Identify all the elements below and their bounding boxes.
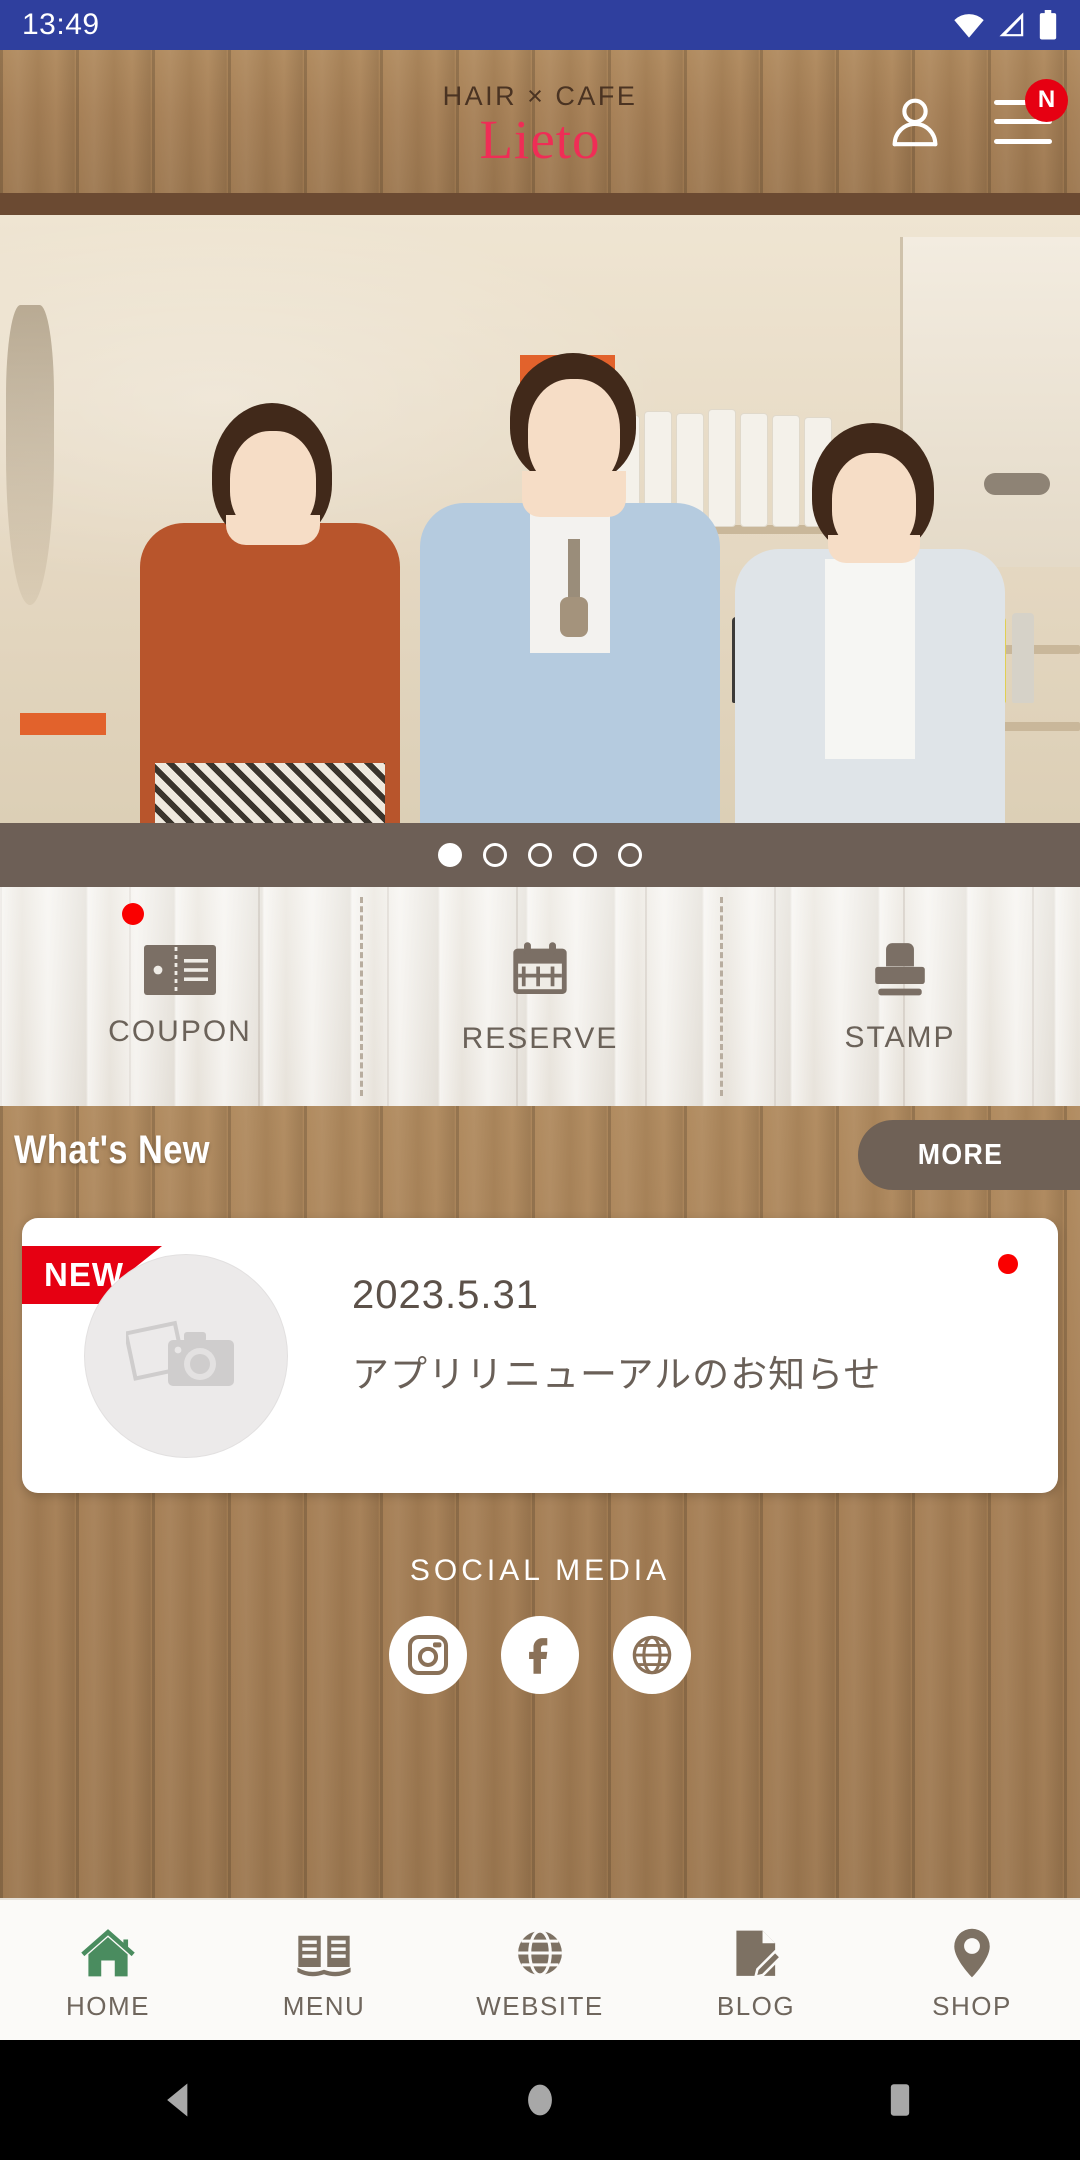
battery-icon xyxy=(1039,10,1057,40)
nav-label: SHOP xyxy=(932,1990,1012,2021)
wifi-icon xyxy=(954,14,984,38)
person-icon xyxy=(892,98,938,146)
stamp-icon xyxy=(875,942,925,995)
quick-action-label: RESERVE xyxy=(461,1021,619,1055)
quick-action-reserve[interactable]: RESERVE xyxy=(360,887,720,1106)
header-actions: N xyxy=(884,50,1068,193)
quick-action-label: COUPON xyxy=(108,1014,252,1048)
nav-label: WEBSITE xyxy=(476,1990,604,2021)
home-icon xyxy=(81,1928,135,1976)
hero-photo xyxy=(0,215,1080,823)
nav-item-menu[interactable]: MENU xyxy=(216,1900,432,2040)
home-circle-icon xyxy=(528,2084,552,2116)
globe-icon xyxy=(518,1929,562,1976)
main-content: What's New MORE NEW 2023.5.31 アプリリニューアルの xyxy=(0,1106,1080,1900)
coupon-ticket-icon xyxy=(144,944,216,995)
staff-center xyxy=(410,353,730,823)
logo-name: Lieto xyxy=(479,108,601,170)
app-screen: 13:49 HAIR × CAFE Lieto N COUPON RESERVE… xyxy=(0,0,1080,2160)
calendar-icon xyxy=(513,941,567,994)
staff-left xyxy=(120,403,420,823)
quick-action-stamp[interactable]: STAMP xyxy=(720,887,1080,1106)
cellular-signal-icon xyxy=(999,12,1024,37)
status-time: 13:49 xyxy=(22,8,100,41)
news-title: アプリリニューアルのお知らせ xyxy=(352,1354,882,1395)
staff-right xyxy=(720,423,1020,823)
news-unread-dot xyxy=(998,1254,1018,1274)
nav-item-website[interactable]: WEBSITE xyxy=(432,1900,648,2040)
status-icons xyxy=(952,10,1058,40)
nav-item-shop[interactable]: SHOP xyxy=(864,1900,1080,2040)
news-text: 2023.5.31 アプリリニューアルのお知らせ xyxy=(352,1273,881,1398)
quick-action-label: STAMP xyxy=(844,1020,956,1054)
document-pencil-icon xyxy=(736,1930,783,1979)
facebook-button[interactable] xyxy=(501,1616,579,1694)
nav-item-home[interactable]: HOME xyxy=(0,1900,216,2040)
quick-action-coupon[interactable]: COUPON xyxy=(0,887,360,1106)
carousel-dot-3[interactable] xyxy=(528,843,552,867)
website-globe-icon xyxy=(632,1635,672,1675)
recents-square-icon xyxy=(890,2084,910,2116)
whats-new-header: What's New MORE xyxy=(0,1106,1080,1218)
menu-notification-badge: N xyxy=(1025,78,1068,122)
carousel-dot-4[interactable] xyxy=(573,843,597,867)
photo-placeholder-icon xyxy=(126,1320,234,1386)
hero-carousel[interactable] xyxy=(0,193,1080,823)
carousel-indicator[interactable] xyxy=(0,823,1080,887)
whats-new-title: What's New xyxy=(14,1128,210,1172)
coupon-badge-dot xyxy=(122,903,144,925)
android-home-button[interactable] xyxy=(480,2040,600,2160)
news-thumbnail xyxy=(84,1254,288,1458)
social-media-title: SOCIAL MEDIA xyxy=(409,1554,671,1587)
carousel-dot-2[interactable] xyxy=(483,843,507,867)
bottom-navigation: HOME MENU WEBSITE BLOG SHOP xyxy=(0,1898,1080,2040)
news-date: 2023.5.31 xyxy=(352,1273,539,1317)
nav-label: BLOG xyxy=(716,1990,796,2021)
android-navigation-bar xyxy=(0,2040,1080,2160)
social-media-links xyxy=(0,1616,1080,1694)
more-button-label: MORE xyxy=(917,1138,1003,1171)
nav-label: MENU xyxy=(282,1990,366,2021)
news-list-item[interactable]: NEW 2023.5.31 アプリリニューアルのお知らせ xyxy=(22,1218,1058,1493)
app-header: HAIR × CAFE Lieto N xyxy=(0,50,1080,193)
carousel-dot-5[interactable] xyxy=(618,843,642,867)
quick-actions-bar: COUPON RESERVE STAMP xyxy=(0,887,1080,1106)
android-back-button[interactable] xyxy=(120,2040,240,2160)
android-recents-button[interactable] xyxy=(840,2040,960,2160)
menu-button[interactable]: N xyxy=(992,78,1068,153)
instagram-button[interactable] xyxy=(389,1616,467,1694)
map-pin-icon xyxy=(954,1928,990,1977)
instagram-icon xyxy=(407,1634,449,1676)
nav-label: HOME xyxy=(66,1990,150,2021)
back-triangle-icon xyxy=(167,2083,188,2117)
facebook-icon xyxy=(529,1638,548,1674)
whats-new-more-button[interactable]: MORE xyxy=(858,1120,1080,1190)
website-button[interactable] xyxy=(613,1616,691,1694)
status-bar: 13:49 xyxy=(0,0,1080,50)
nav-item-blog[interactable]: BLOG xyxy=(648,1900,864,2040)
account-button[interactable] xyxy=(884,91,946,153)
book-icon xyxy=(297,1935,351,1976)
social-media-section: SOCIAL MEDIA xyxy=(0,1554,1080,1694)
logo-tagline: HAIR × CAFE xyxy=(442,80,638,111)
carousel-dot-1[interactable] xyxy=(438,843,462,867)
